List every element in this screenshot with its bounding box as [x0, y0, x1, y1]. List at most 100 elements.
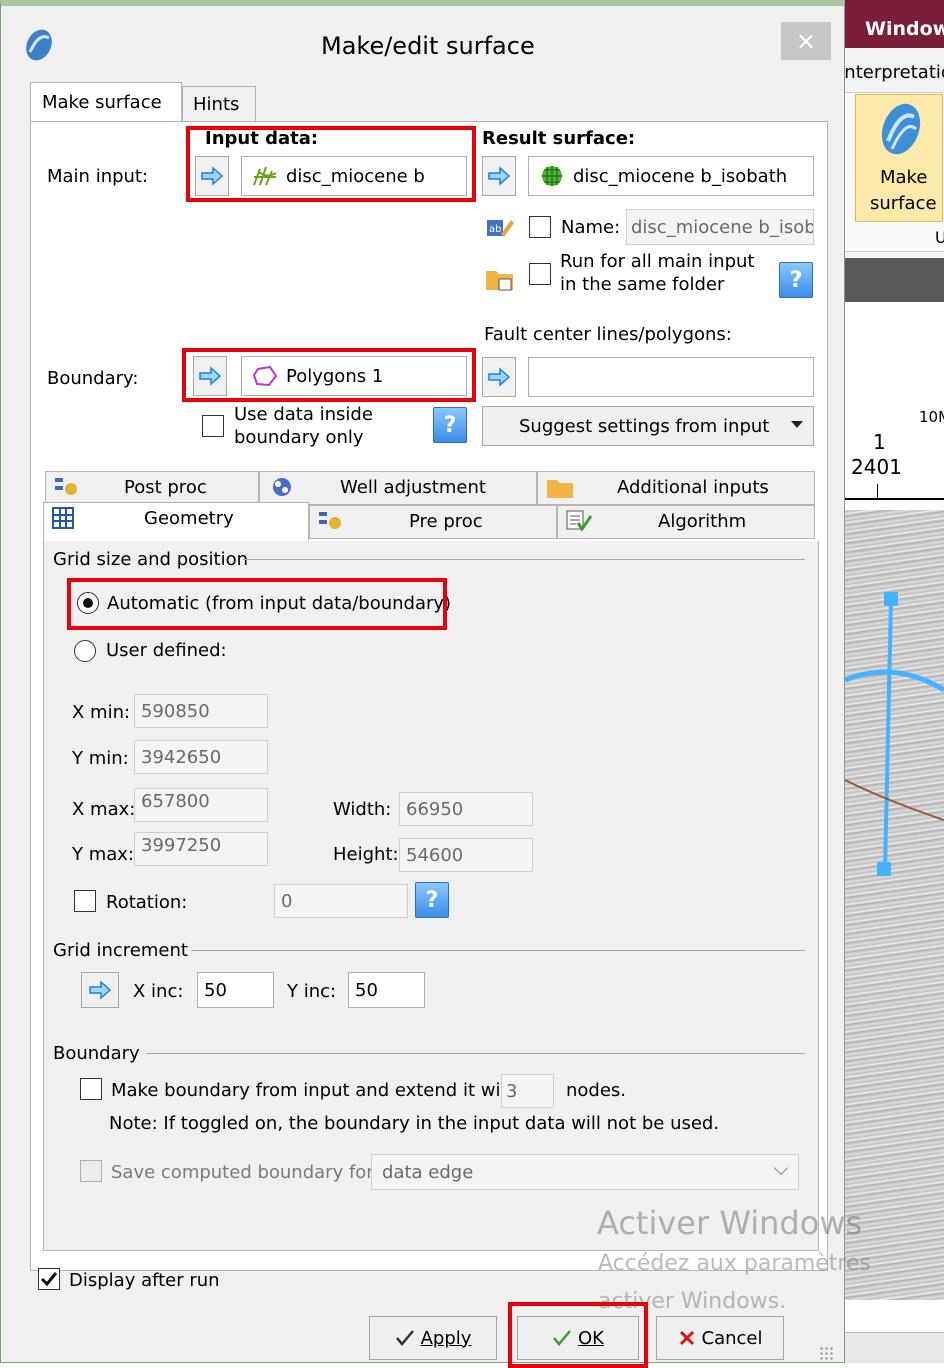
save-boundary-select[interactable]: data edge	[371, 1154, 799, 1190]
use-inside-help-button[interactable]: ?	[433, 407, 467, 443]
suggest-settings-button[interactable]: Suggest settings from input	[482, 406, 814, 446]
tab-make-surface[interactable]: Make surface	[30, 82, 182, 122]
help-icon: ?	[425, 887, 439, 913]
ymax-field[interactable]: 3997250	[134, 832, 268, 866]
input-data-arrow-button[interactable]	[195, 156, 229, 196]
save-boundary-checkbox[interactable]	[80, 1160, 102, 1182]
tab-well-adjustment[interactable]: Well adjustment	[259, 471, 537, 505]
ok-label: OK	[578, 1327, 604, 1349]
bottom-scroll[interactable]	[845, 1332, 944, 1363]
tab-pre-proc-label: Pre proc	[409, 511, 483, 532]
fault-field[interactable]	[528, 357, 814, 397]
grid-increment-section-label: Grid increment	[53, 940, 188, 961]
tab-additional-inputs-label: Additional inputs	[617, 477, 769, 498]
make-boundary-checkbox[interactable]	[80, 1078, 102, 1100]
dialog-window: Make/edit surface × Make surface Hints M…	[0, 0, 871, 1368]
automatic-radio[interactable]	[77, 592, 99, 614]
apply-label: Apply	[420, 1327, 472, 1349]
menu-window[interactable]: Window	[865, 18, 944, 40]
close-button[interactable]: ×	[781, 22, 831, 60]
input-data-value: disc_miocene b	[286, 165, 425, 187]
tab-algorithm-label: Algorithm	[658, 511, 747, 532]
make-boundary-label: Make boundary from input and extend it w…	[111, 1080, 519, 1101]
post-proc-icon	[55, 478, 77, 495]
tab-geometry-label: Geometry	[144, 508, 234, 529]
xmin-field[interactable]: 590850	[134, 694, 268, 728]
name-field[interactable]: disc_miocene b_isoba	[626, 209, 814, 245]
tab-geometry[interactable]: Geometry	[43, 502, 309, 542]
main-input-label: Main input:	[47, 166, 149, 187]
xinc-field[interactable]: 50	[197, 972, 274, 1008]
tab-make-surface-label: Make surface	[42, 92, 162, 113]
ymin-field[interactable]: 3942650	[134, 740, 268, 774]
resize-grip-icon[interactable]	[819, 1346, 833, 1360]
axis-line	[845, 498, 944, 500]
boundary-field[interactable]: Polygons 1	[241, 356, 467, 396]
run-all-label-1: Run for all main input	[560, 251, 755, 272]
xmax-field[interactable]: 657800	[134, 788, 268, 822]
title-bar: Make/edit surface ×	[1, 6, 844, 74]
axis-value-1: 1	[873, 430, 886, 454]
axis-value-2: 2401	[851, 455, 902, 479]
grid-size-divider	[243, 559, 805, 560]
extend-value: 3	[506, 1080, 518, 1102]
polygon-icon	[252, 365, 278, 387]
svg-text:ab: ab	[489, 224, 501, 235]
tab-algorithm[interactable]: Algorithm	[557, 505, 815, 539]
user-defined-label: User defined:	[106, 640, 227, 661]
apply-button[interactable]: Apply	[369, 1316, 497, 1360]
input-data-header: Input data:	[205, 128, 319, 149]
chevron-down-icon	[773, 1160, 789, 1176]
make-surface-ribbon-button[interactable]: Make surface	[855, 94, 943, 222]
run-all-help-button[interactable]: ?	[779, 262, 813, 298]
cancel-button[interactable]: Cancel	[656, 1316, 784, 1360]
watermark-line-3: activer Windows.	[598, 1289, 787, 1314]
tab-hints-label: Hints	[193, 93, 240, 115]
tab-hints[interactable]: Hints	[182, 86, 256, 122]
seismic-section	[845, 510, 944, 1300]
ribbon-tab-interpretation[interactable]: Interpretation	[845, 62, 944, 83]
xmax-value: 657800	[141, 791, 210, 812]
app-icon	[23, 28, 55, 62]
tab-additional-inputs[interactable]: Additional inputs	[537, 471, 815, 505]
rotation-help-button[interactable]: ?	[415, 882, 449, 918]
nodes-label: nodes.	[566, 1080, 627, 1101]
rotation-field[interactable]: 0	[274, 884, 408, 918]
check-icon	[395, 1330, 414, 1346]
rotation-label: Rotation:	[106, 892, 188, 913]
run-all-checkbox[interactable]	[529, 263, 551, 285]
width-field[interactable]: 66950	[399, 792, 533, 826]
fault-arrow-button[interactable]	[482, 357, 516, 397]
height-field[interactable]: 54600	[399, 838, 533, 872]
increment-arrow-button[interactable]	[81, 972, 119, 1008]
use-inside-checkbox[interactable]	[202, 415, 224, 437]
well-adjustment-icon	[273, 478, 291, 496]
result-surface-field[interactable]: disc_miocene b_isobath	[528, 156, 814, 196]
help-icon: ?	[443, 412, 457, 438]
make-surface-label-1: Make	[880, 167, 928, 188]
result-surface-value: disc_miocene b_isobath	[573, 165, 788, 187]
name-checkbox[interactable]	[529, 216, 551, 238]
height-label: Height:	[333, 844, 399, 865]
save-boundary-value: data edge	[382, 1161, 474, 1183]
result-surface-arrow-button[interactable]	[482, 156, 516, 196]
user-defined-radio[interactable]	[74, 640, 96, 662]
display-after-run-checkbox[interactable]	[38, 1268, 60, 1290]
ruler-label: 10M	[919, 408, 944, 426]
result-surface-header: Result surface:	[482, 128, 636, 149]
tab-pre-proc[interactable]: Pre proc	[309, 505, 557, 539]
display-after-run-label: Display after run	[69, 1270, 220, 1291]
tab-post-proc[interactable]: Post proc	[45, 471, 259, 505]
ymin-label: Y min:	[72, 748, 129, 769]
seismic-horizon-icon	[253, 166, 277, 186]
input-data-field[interactable]: disc_miocene b	[241, 156, 467, 196]
extend-field[interactable]: 3	[501, 1074, 554, 1108]
pre-proc-icon	[319, 512, 341, 529]
rotation-checkbox[interactable]	[74, 890, 96, 912]
ok-button[interactable]: OK	[517, 1316, 639, 1360]
make-surface-label-2: surface	[870, 193, 937, 214]
grid-icon	[52, 507, 74, 529]
boundary-arrow-button[interactable]	[193, 356, 227, 396]
yinc-field[interactable]: 50	[348, 972, 425, 1008]
suggest-settings-label: Suggest settings from input	[519, 415, 770, 437]
